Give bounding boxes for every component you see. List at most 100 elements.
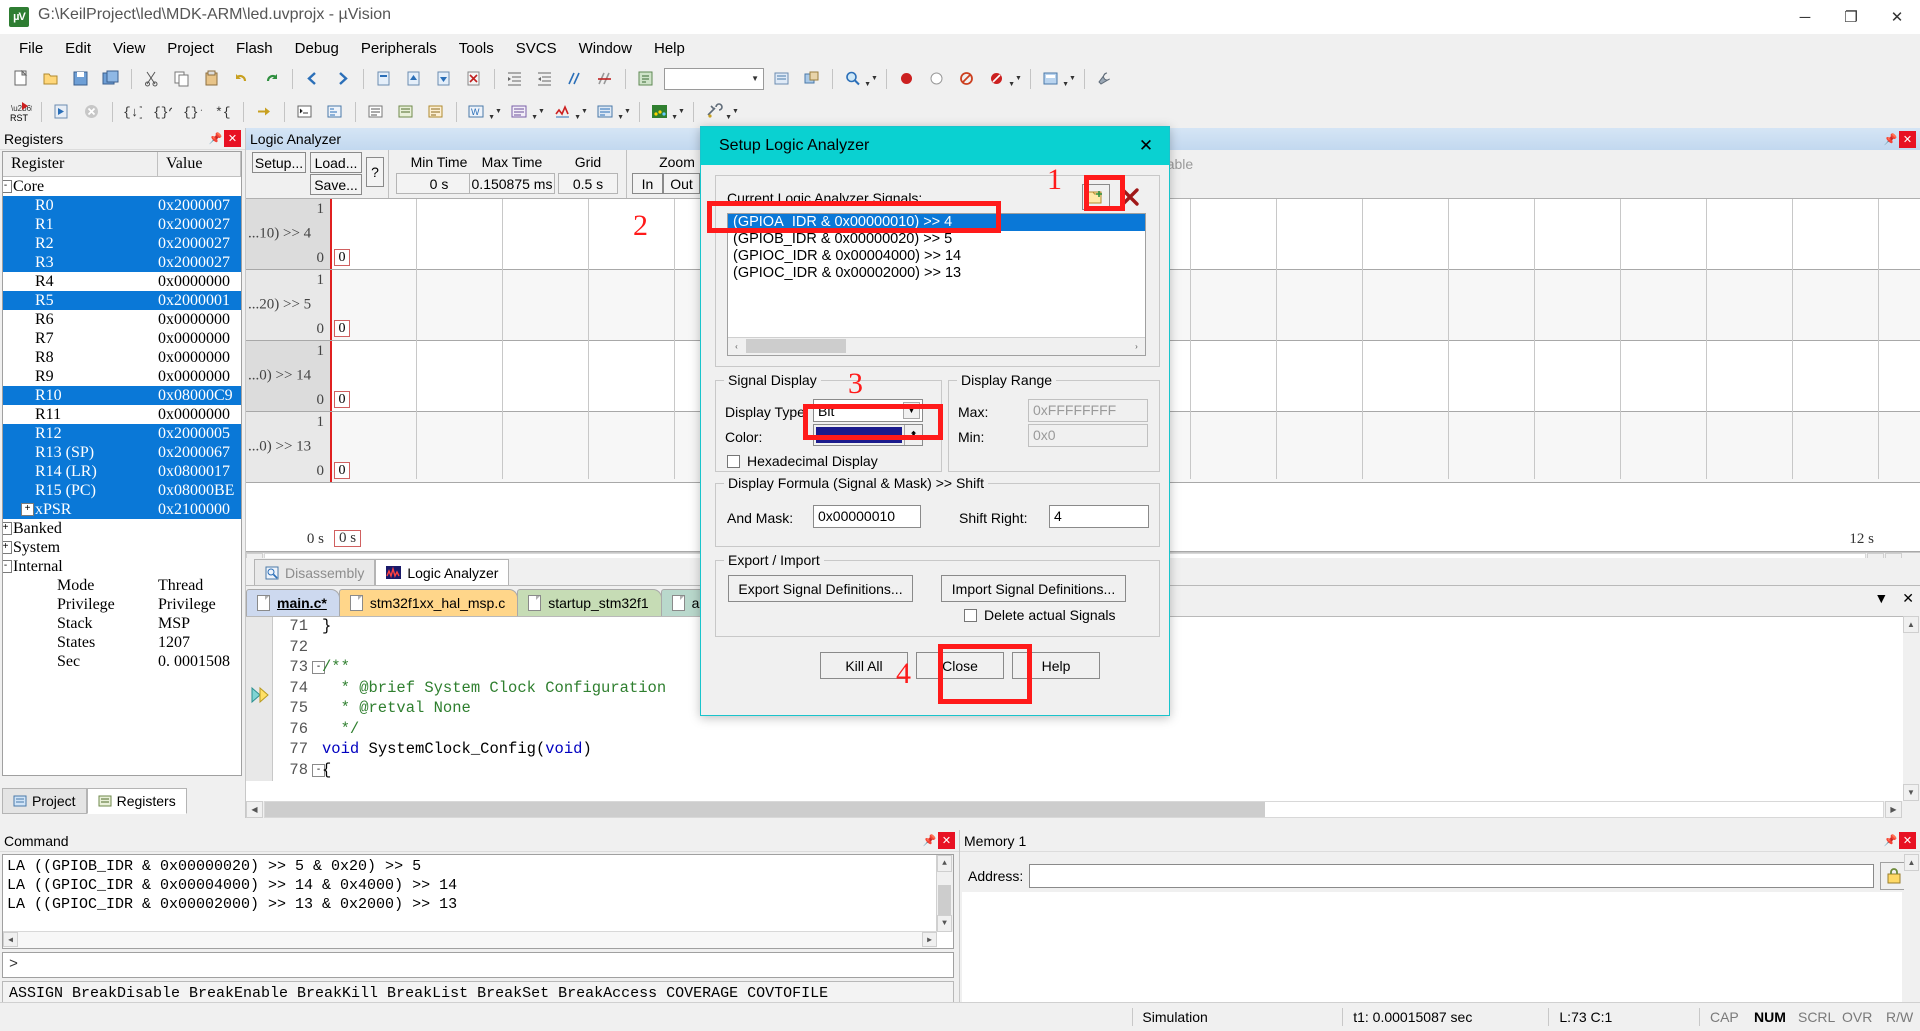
bookmark-next-icon[interactable]	[429, 65, 458, 93]
kill-all-breakpoints-icon[interactable]: ▼	[982, 65, 1015, 93]
show-next-statement-icon[interactable]	[249, 98, 278, 126]
code-line[interactable]: 78-{	[246, 761, 1920, 782]
load-button[interactable]: Load...	[310, 152, 362, 173]
signal-list-item[interactable]: (GPIOA_IDR & 0x00000010) >> 4	[728, 214, 1145, 231]
signal-list-item[interactable]: (GPIOB_IDR & 0x00000020) >> 5	[728, 231, 1145, 248]
pin-icon[interactable]: 📌	[207, 130, 224, 147]
zoom-in-button[interactable]: In	[632, 173, 663, 194]
min-input[interactable]: 0x0	[1028, 424, 1148, 447]
tree-expander-icon[interactable]: -	[3, 180, 12, 193]
menu-flash[interactable]: Flash	[225, 36, 284, 61]
cut-icon[interactable]	[137, 65, 166, 93]
command-hscrollbar[interactable]: ◀ ▶	[3, 931, 937, 948]
menu-edit[interactable]: Edit	[54, 36, 102, 61]
register-row[interactable]: R3 0x2000027	[3, 253, 241, 272]
manage-components-icon[interactable]	[797, 65, 826, 93]
tree-expander-icon[interactable]: +	[3, 541, 12, 554]
breakpoints-dropdown-arrow[interactable]: ▼	[1012, 66, 1025, 92]
save-all-icon[interactable]	[96, 65, 125, 93]
comment-icon[interactable]	[560, 65, 589, 93]
setup-button[interactable]: Setup...	[252, 152, 306, 173]
undo-icon[interactable]	[227, 65, 256, 93]
scroll-down-icon[interactable]: ▼	[937, 915, 952, 932]
chevron-down-icon[interactable]: ▼	[903, 402, 920, 419]
scroll-up-icon[interactable]: ▲	[1904, 854, 1919, 871]
disable-all-breakpoints-icon[interactable]	[952, 65, 981, 93]
run-to-cursor-icon[interactable]: *{}	[208, 98, 237, 126]
uncomment-icon[interactable]	[590, 65, 619, 93]
register-row[interactable]: R13 (SP) 0x2000067	[3, 443, 241, 462]
target-combo[interactable]: ▼	[664, 67, 764, 90]
bookmark-clear-icon[interactable]	[459, 65, 488, 93]
register-row[interactable]: R4 0x0000000	[3, 272, 241, 291]
save-icon[interactable]	[66, 65, 95, 93]
close-icon[interactable]: ✕	[1899, 832, 1916, 849]
reset-cpu-icon[interactable]: \u2b6f RST	[6, 98, 35, 126]
pane-tab-registers[interactable]: Registers	[86, 788, 187, 814]
menu-window[interactable]: Window	[568, 36, 643, 61]
scroll-up-icon[interactable]: ▲	[1903, 616, 1919, 633]
signal-list-item[interactable]: (GPIOC_IDR & 0x00002000) >> 13	[728, 265, 1145, 282]
memory-vscrollbar[interactable]: ▲ ▼	[1904, 854, 1920, 1022]
display-type-select[interactable]: Bit ▼	[813, 399, 923, 422]
debug-settings-icon[interactable]: ▼	[699, 98, 732, 126]
register-row[interactable]: Privilege Privilege	[3, 595, 241, 614]
register-row[interactable]: R2 0x2000027	[3, 234, 241, 253]
menu-peripherals[interactable]: Peripherals	[350, 36, 448, 61]
menu-svcs[interactable]: SVCS	[505, 36, 568, 61]
register-row[interactable]: R0 0x2000007	[3, 196, 241, 215]
signals-hscrollbar[interactable]: ‹ ›	[728, 337, 1145, 355]
export-signal-definitions-button[interactable]: Export Signal Definitions...	[728, 575, 913, 602]
trace-dropdown-arrow[interactable]: ▼	[675, 99, 688, 125]
delete-signal-button[interactable]	[1116, 184, 1144, 210]
maximize-button[interactable]: ❐	[1828, 0, 1874, 34]
menu-debug[interactable]: Debug	[284, 36, 350, 61]
color-spinner-icon[interactable]: ⬍	[904, 425, 922, 445]
minimize-button[interactable]: ─	[1782, 0, 1828, 34]
analysis-dropdown-arrow[interactable]: ▼	[621, 99, 634, 125]
color-picker[interactable]: ⬍	[813, 424, 923, 446]
redo-icon[interactable]	[257, 65, 286, 93]
bookmark-prev-icon[interactable]	[399, 65, 428, 93]
register-row[interactable]: - Core	[3, 177, 241, 196]
trace-window-icon[interactable]: ▼	[645, 98, 678, 126]
scroll-up-icon[interactable]: ▲	[937, 855, 952, 872]
register-row[interactable]: R9 0x0000000	[3, 367, 241, 386]
menu-project[interactable]: Project	[156, 36, 225, 61]
signal-list-item[interactable]: (GPIOC_IDR & 0x00004000) >> 14	[728, 248, 1145, 265]
zoom-out-button[interactable]: Out	[663, 173, 700, 194]
register-row[interactable]: States 1207	[3, 633, 241, 652]
register-row[interactable]: + xPSR 0x2100000	[3, 500, 241, 519]
stop-icon[interactable]	[77, 98, 106, 126]
file-tab[interactable]: startup_stm32f1	[517, 589, 662, 616]
register-row[interactable]: - Internal	[3, 557, 241, 576]
max-input[interactable]: 0xFFFFFFFF	[1028, 399, 1148, 422]
dialog-close-icon[interactable]: ✕	[1129, 129, 1163, 163]
indent-icon[interactable]	[500, 65, 529, 93]
view-tab-logic-analyzer[interactable]: Logic Analyzer	[375, 559, 510, 585]
register-row[interactable]: Stack MSP	[3, 614, 241, 633]
editor-vscrollbar[interactable]: ▲ ▼	[1903, 616, 1920, 801]
code-line[interactable]: 77 void SystemClock_Config(void)	[246, 740, 1920, 761]
scroll-right-icon[interactable]: ▶	[1885, 801, 1902, 818]
close-icon[interactable]: ✕	[224, 130, 241, 147]
memory-dropdown-arrow[interactable]: ▼	[535, 99, 548, 125]
bookmark-list-icon[interactable]	[631, 65, 660, 93]
bookmark-toggle-icon[interactable]	[369, 65, 398, 93]
save-button[interactable]: Save...	[310, 174, 362, 195]
view-tab-disassembly[interactable]: Disassembly	[254, 559, 376, 585]
register-row[interactable]: R10 0x08000C9	[3, 386, 241, 405]
register-row[interactable]: R6 0x0000000	[3, 310, 241, 329]
hexadecimal-display-checkbox[interactable]: Hexadecimal Display	[727, 453, 878, 469]
serial-dropdown-arrow[interactable]: ▼	[578, 99, 591, 125]
close-button[interactable]: ✕	[1874, 0, 1920, 34]
file-tab[interactable]: main.c*	[246, 589, 340, 616]
command-window-icon[interactable]	[290, 98, 319, 126]
register-row[interactable]: R12 0x2000005	[3, 424, 241, 443]
and-mask-input[interactable]: 0x00000010	[813, 505, 921, 528]
scroll-left-icon[interactable]: ◀	[3, 932, 18, 947]
editor-hscrollbar[interactable]: ◀ ▶	[246, 801, 1920, 818]
menu-help[interactable]: Help	[643, 36, 696, 61]
pin-icon[interactable]: 📌	[1882, 131, 1899, 148]
copy-icon[interactable]	[167, 65, 196, 93]
